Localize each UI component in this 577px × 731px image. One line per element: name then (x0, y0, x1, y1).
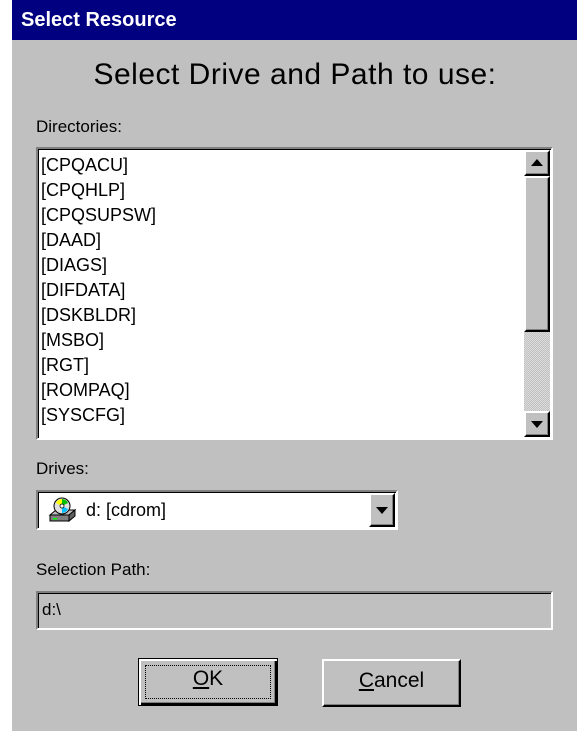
selection-path-label: Selection Path: (36, 560, 151, 579)
cdrom-drive-icon (48, 497, 76, 523)
cancel-label-rest: ancel (373, 669, 425, 692)
directory-item[interactable]: [DIAGS] (41, 253, 521, 278)
cancel-button-label: Cancel (359, 669, 424, 692)
scroll-up-button[interactable] (524, 150, 550, 176)
dialog-heading: Select Drive and Path to use: (93, 58, 497, 91)
window-title[interactable]: Select Resource (12, 0, 577, 40)
cancel-mnemonic: C (358, 669, 374, 692)
drives-label: Drives: (36, 459, 89, 478)
directories-label: Directories: (36, 117, 122, 136)
directory-item[interactable]: [CPQACU] (41, 153, 521, 178)
selection-path-field[interactable]: d:\ (36, 591, 553, 630)
directory-item[interactable]: [DIFDATA] (41, 278, 521, 303)
selected-drive: d: [cdrom] (86, 500, 167, 520)
ok-label-rest: K (209, 667, 224, 690)
select-resource-dialog: Select Resource Select Drive and Path to… (11, 0, 577, 731)
directory-item[interactable]: [CPQSUPSW] (41, 203, 521, 228)
directory-item[interactable]: [SYSCFG] (41, 403, 521, 428)
scroll-thumb[interactable] (524, 176, 550, 332)
directory-item[interactable]: [DAAD] (41, 228, 521, 253)
directory-item[interactable]: [MSBO] (41, 328, 521, 353)
drives-dropdown-button[interactable] (369, 493, 395, 527)
ok-mnemonic: O (192, 667, 210, 690)
up-arrow-icon (531, 159, 543, 166)
ok-button[interactable]: OK (138, 658, 278, 706)
directory-item[interactable]: [DSKBLDR] (41, 303, 521, 328)
scroll-down-button[interactable] (524, 411, 550, 437)
directory-item[interactable]: [RGT] (41, 353, 521, 378)
directories-scrollbar[interactable] (524, 150, 550, 437)
drives-combobox[interactable]: d: [cdrom] (36, 490, 398, 530)
directory-item[interactable]: [ROMPAQ] (41, 378, 521, 403)
directory-item[interactable]: [CPQHLP] (41, 178, 521, 203)
down-arrow-icon (531, 421, 543, 428)
ok-button-label: OK (193, 667, 223, 690)
chevron-down-icon (376, 507, 388, 514)
cancel-button[interactable]: Cancel (322, 659, 461, 707)
directories-listbox[interactable]: [CPQACU] [CPQHLP] [CPQSUPSW] [DAAD] [DIA… (36, 147, 553, 440)
directories-list: [CPQACU] [CPQHLP] [CPQSUPSW] [DAAD] [DIA… (41, 153, 521, 428)
